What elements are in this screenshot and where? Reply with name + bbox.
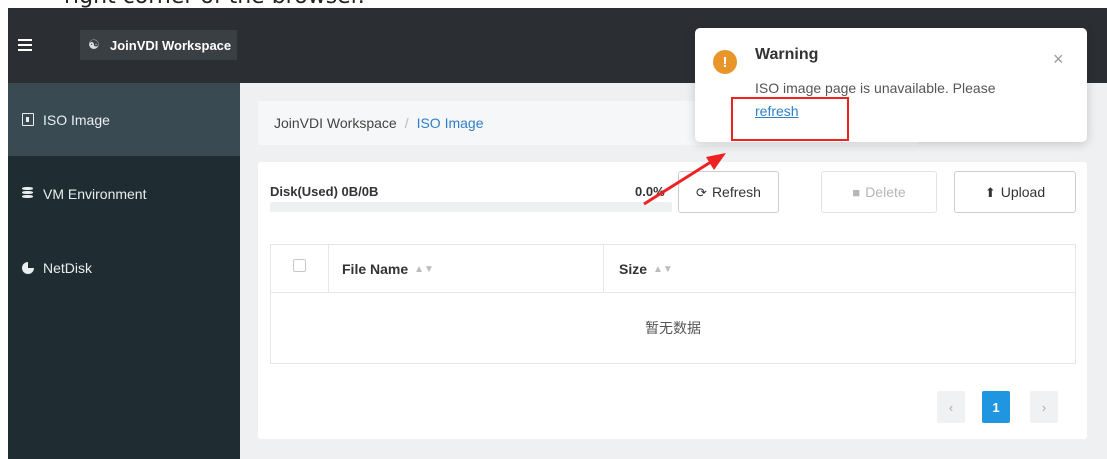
column-file-name[interactable]: File Name ▲▼ (329, 245, 604, 293)
select-all-checkbox[interactable] (293, 259, 306, 272)
annotation-highlight-box (731, 97, 849, 141)
delete-button[interactable]: ■ Delete (821, 171, 937, 213)
upload-icon: ⬆ (984, 184, 996, 200)
select-all-cell (271, 245, 329, 293)
file-icon (22, 113, 34, 126)
column-label: File Name (342, 261, 409, 277)
brand[interactable]: ☯ JoinVDI Workspace (80, 30, 238, 60)
sidebar: ISO Image VM Environment NetDisk (8, 83, 240, 459)
sidebar-item-iso-image[interactable]: ISO Image (8, 83, 240, 156)
close-icon[interactable]: × (1053, 50, 1064, 68)
sidebar-item-vm-environment[interactable]: VM Environment (8, 157, 240, 230)
disk-usage-label: Disk(Used) 0B/0B (270, 184, 379, 199)
pagination-page-1[interactable]: 1 (982, 391, 1010, 423)
breadcrumb-separator: / (404, 115, 409, 131)
notification-title: Warning (755, 46, 819, 63)
warning-icon: ! (713, 50, 737, 74)
upload-label: Upload (1000, 184, 1046, 200)
cluster-icon: ☯ (88, 37, 100, 52)
iso-table: File Name ▲▼ Size ▲▼ 暂无数据 (270, 244, 1076, 364)
pie-chart-icon (22, 261, 34, 274)
pagination-prev-button[interactable]: ‹ (937, 391, 965, 423)
pagination-next-button[interactable]: › (1030, 391, 1058, 423)
brand-title: JoinVDI Workspace (110, 37, 232, 53)
sidebar-item-label: VM Environment (43, 185, 147, 202)
column-size[interactable]: Size ▲▼ (604, 245, 673, 293)
sort-icon[interactable]: ▲▼ (414, 264, 434, 275)
notification-message: ISO image page is unavailable. Please (755, 80, 996, 96)
delete-label: Delete (865, 184, 906, 200)
sort-icon[interactable]: ▲▼ (653, 264, 673, 275)
table-header: File Name ▲▼ Size ▲▼ (271, 245, 1075, 293)
sidebar-item-label: NetDisk (43, 259, 93, 276)
document-caption: right corner of the browser. (0, 0, 1107, 9)
upload-button[interactable]: ⬆ Upload (954, 171, 1076, 213)
breadcrumb-current: ISO Image (416, 115, 484, 131)
empty-state: 暂无数据 (645, 321, 701, 337)
menu-icon[interactable] (18, 39, 32, 51)
sidebar-item-label: ISO Image (43, 111, 110, 128)
database-icon (22, 187, 34, 200)
trash-icon: ■ (852, 184, 861, 200)
sidebar-item-netdisk[interactable]: NetDisk (8, 231, 240, 304)
disk-usage-bar (270, 202, 672, 212)
column-label: Size (619, 261, 648, 277)
page: right corner of the browser. ☯ JoinVDI W… (0, 0, 1107, 459)
annotation-arrow (643, 153, 726, 206)
breadcrumb-root[interactable]: JoinVDI Workspace (274, 115, 397, 131)
